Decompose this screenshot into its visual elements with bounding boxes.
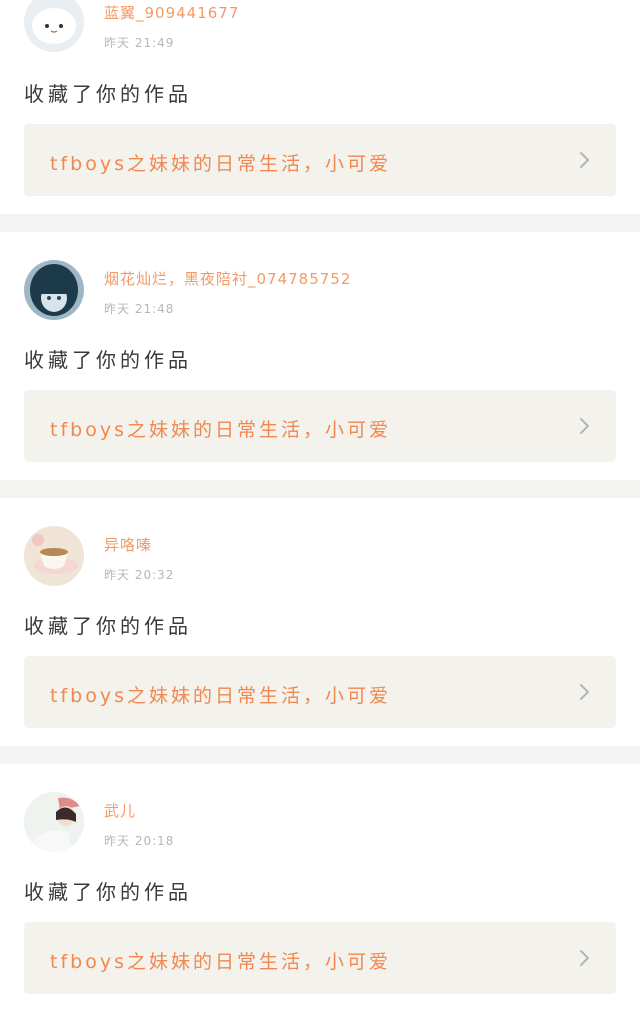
notification-item: 武儿 昨天 20:18 收藏了你的作品 tfboys之妹妹的日常生活，小可爱 bbox=[0, 764, 640, 1012]
divider bbox=[0, 746, 640, 764]
action-text: 收藏了你的作品 bbox=[24, 82, 192, 106]
username[interactable]: 异咯嗪 bbox=[104, 534, 152, 555]
notification-item: 异咯嗪 昨天 20:32 收藏了你的作品 tfboys之妹妹的日常生活，小可爱 bbox=[0, 498, 640, 746]
avatar[interactable] bbox=[24, 792, 84, 852]
notification-feed: 蓝翼_909441677 昨天 21:49 收藏了你的作品 tfboys之妹妹的… bbox=[0, 0, 640, 1012]
action-text: 收藏了你的作品 bbox=[24, 880, 192, 904]
notification-item: 烟花灿烂，黑夜陪衬_074785752 昨天 21:48 收藏了你的作品 tfb… bbox=[0, 232, 640, 480]
timestamp: 昨天 20:18 bbox=[104, 834, 175, 848]
divider bbox=[0, 480, 640, 498]
teacup-avatar-icon bbox=[24, 526, 84, 586]
dark-hair-girl-avatar-icon bbox=[24, 260, 84, 320]
chevron-right-icon bbox=[574, 682, 594, 702]
username[interactable]: 蓝翼_909441677 bbox=[104, 2, 239, 23]
action-text: 收藏了你的作品 bbox=[24, 348, 192, 372]
work-link[interactable]: tfboys之妹妹的日常生活，小可爱 bbox=[24, 390, 616, 462]
work-link[interactable]: tfboys之妹妹的日常生活，小可爱 bbox=[24, 124, 616, 196]
avatar[interactable] bbox=[24, 526, 84, 586]
username[interactable]: 烟花灿烂，黑夜陪衬_074785752 bbox=[104, 268, 351, 289]
avatar[interactable] bbox=[24, 0, 84, 52]
chevron-right-icon bbox=[574, 948, 594, 968]
action-text: 收藏了你的作品 bbox=[24, 614, 192, 638]
timestamp: 昨天 20:32 bbox=[104, 568, 175, 582]
white-bun-avatar-icon bbox=[24, 0, 84, 52]
work-title: tfboys之妹妹的日常生活，小可爱 bbox=[50, 153, 391, 175]
work-title: tfboys之妹妹的日常生活，小可爱 bbox=[50, 685, 391, 707]
timestamp: 昨天 21:49 bbox=[104, 36, 175, 50]
work-title: tfboys之妹妹的日常生活，小可爱 bbox=[50, 419, 391, 441]
divider bbox=[0, 214, 640, 232]
girl-with-hat-avatar-icon bbox=[24, 792, 84, 852]
timestamp: 昨天 21:48 bbox=[104, 302, 175, 316]
notification-item: 蓝翼_909441677 昨天 21:49 收藏了你的作品 tfboys之妹妹的… bbox=[0, 0, 640, 220]
username[interactable]: 武儿 bbox=[104, 800, 136, 821]
avatar[interactable] bbox=[24, 260, 84, 320]
chevron-right-icon bbox=[574, 416, 594, 436]
work-link[interactable]: tfboys之妹妹的日常生活，小可爱 bbox=[24, 922, 616, 994]
chevron-right-icon bbox=[574, 150, 594, 170]
work-title: tfboys之妹妹的日常生活，小可爱 bbox=[50, 951, 391, 973]
work-link[interactable]: tfboys之妹妹的日常生活，小可爱 bbox=[24, 656, 616, 728]
